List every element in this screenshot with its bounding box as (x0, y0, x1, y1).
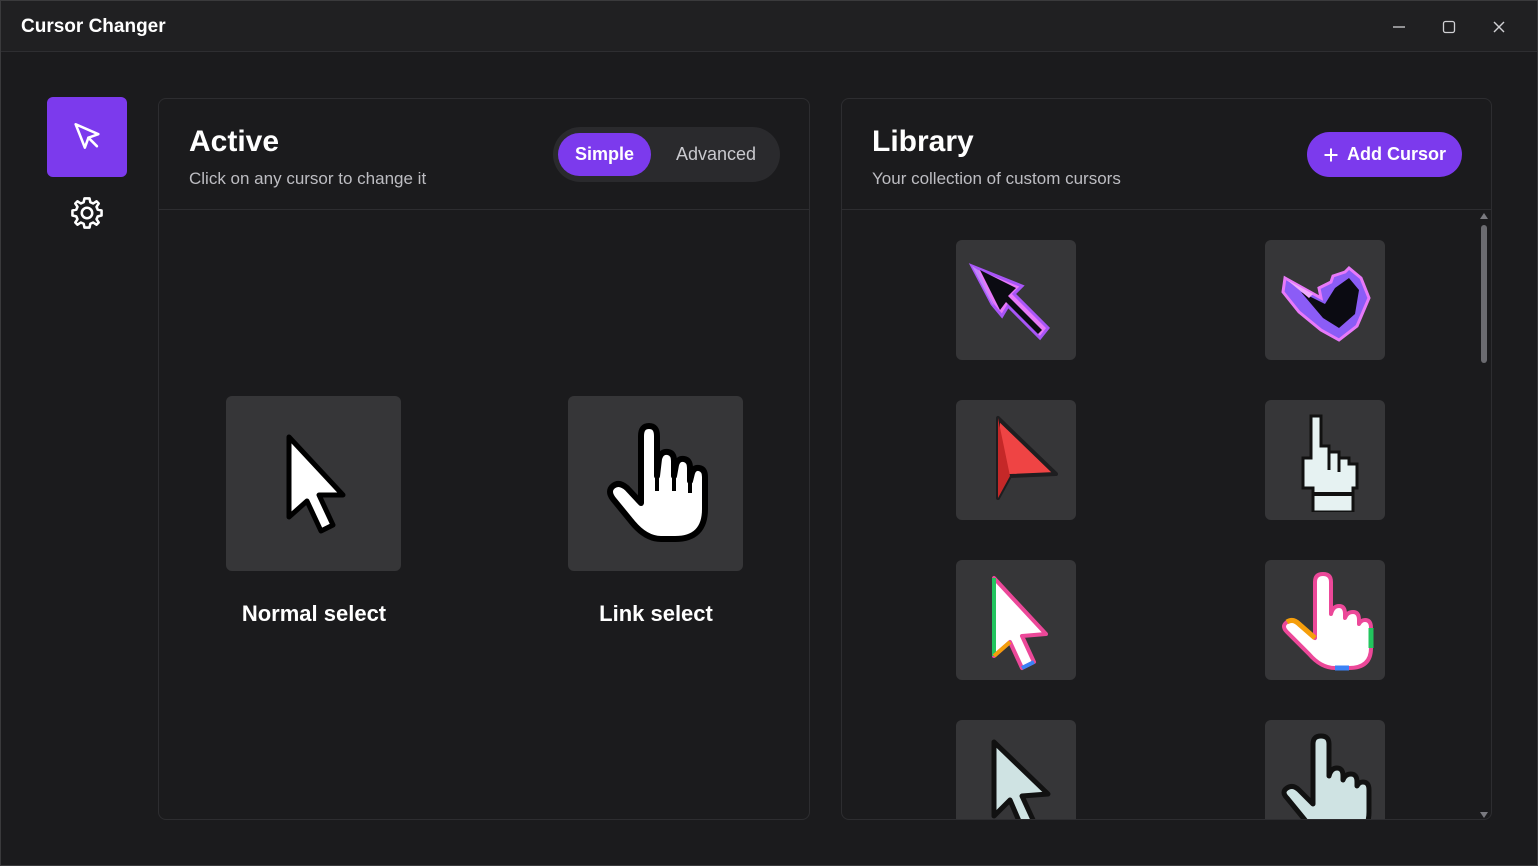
library-cursor-7[interactable] (956, 720, 1076, 819)
link-select-card[interactable] (568, 396, 743, 571)
mode-simple-button[interactable]: Simple (558, 133, 651, 176)
library-scrollbar[interactable] (1478, 213, 1490, 818)
library-cursor-3[interactable] (956, 400, 1076, 520)
close-button[interactable] (1483, 11, 1515, 43)
active-title: Active (189, 125, 280, 158)
maximize-button[interactable] (1433, 11, 1465, 43)
add-cursor-button[interactable]: Add Cursor (1307, 132, 1462, 177)
active-subtitle: Click on any cursor to change it (189, 169, 427, 188)
pale-arrow-icon (991, 739, 1051, 819)
mode-toggle: Simple Advanced (553, 127, 780, 182)
app-window: Cursor Changer Active Click on any curso… (0, 0, 1538, 866)
minimize-button[interactable] (1383, 11, 1415, 43)
scroll-up-arrow-icon[interactable] (1480, 213, 1488, 219)
arrow-cursor-icon (286, 434, 345, 533)
add-cursor-label: Add Cursor (1347, 144, 1446, 164)
maximize-icon (1442, 20, 1456, 34)
hand-cursor-icon (606, 423, 708, 542)
plus-icon (1324, 148, 1338, 161)
red-arrow-icon (996, 416, 1058, 500)
rainbow-hand-icon (1282, 572, 1374, 671)
library-cursor-2[interactable] (1265, 240, 1385, 360)
title-bar[interactable]: Cursor Changer (1, 1, 1537, 52)
library-cursor-6[interactable] (1265, 560, 1385, 680)
library-cursor-1[interactable] (956, 240, 1076, 360)
minimize-icon (1393, 26, 1405, 28)
normal-select-label: Normal select (241, 601, 387, 626)
library-cursor-8[interactable] (1265, 720, 1385, 819)
scroll-thumb[interactable] (1481, 225, 1487, 363)
purple-pixel-arrow-icon (968, 263, 1051, 341)
cursor-pointer-icon (74, 122, 100, 149)
library-subtitle: Your collection of custom cursors (872, 169, 1121, 188)
white-pixel-hand-icon (1301, 414, 1359, 512)
close-icon (1493, 21, 1505, 33)
gear-icon (71, 197, 103, 229)
mode-advanced-button[interactable]: Advanced (657, 133, 775, 176)
library-title: Library (872, 125, 974, 158)
active-panel: Active Click on any cursor to change it … (158, 98, 810, 820)
pale-hand-icon (1281, 733, 1372, 819)
active-panel-header: Active Click on any cursor to change it … (159, 99, 809, 210)
library-panel: Library Your collection of custom cursor… (841, 98, 1492, 820)
nav-item-cursors[interactable] (47, 97, 127, 177)
link-select-label: Link select (599, 601, 713, 626)
rainbow-arrow-icon (992, 576, 1048, 670)
library-panel-header: Library Your collection of custom cursor… (842, 99, 1491, 210)
sidebar-nav (47, 97, 129, 233)
nav-item-settings[interactable] (47, 193, 127, 233)
library-cursor-4[interactable] (1265, 400, 1385, 520)
scroll-down-arrow-icon[interactable] (1480, 812, 1488, 818)
library-cursor-5[interactable] (956, 560, 1076, 680)
purple-pixel-hand-icon (1281, 265, 1371, 342)
normal-select-card[interactable] (226, 396, 401, 571)
window-title: Cursor Changer (21, 16, 166, 37)
